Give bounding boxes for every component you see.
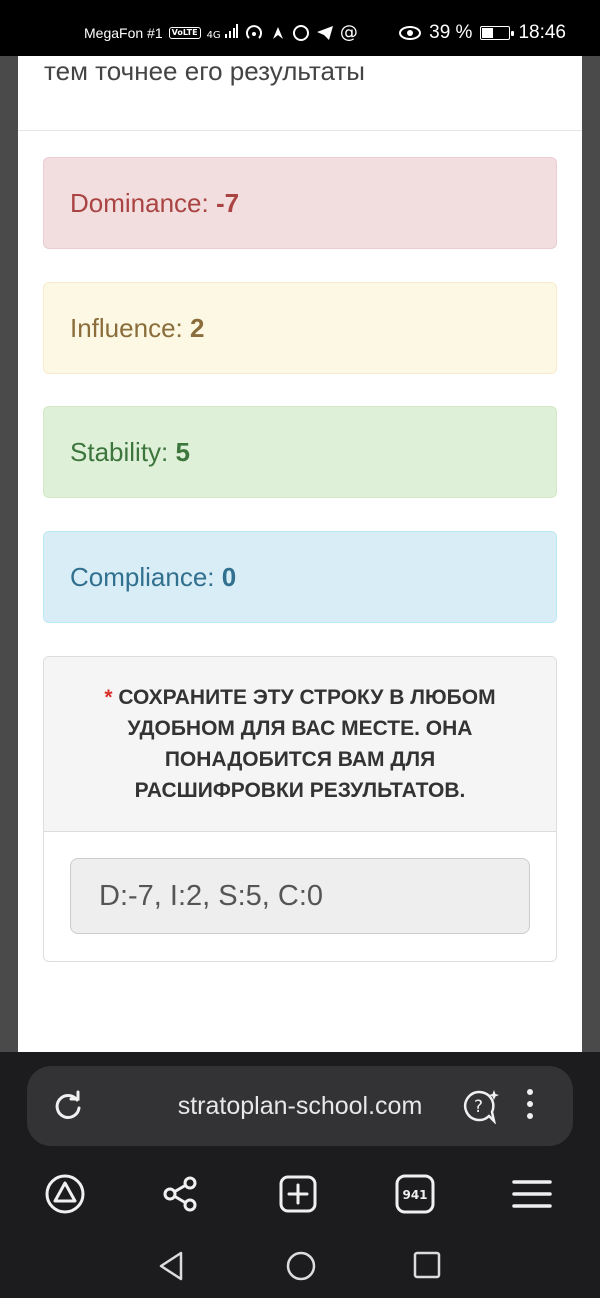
signal-bars-icon [224,24,238,38]
status-left: MegaFon #1 VoLTE 4G @ [84,22,358,43]
save-notice-text: СОХРАНИТЕ ЭТУ СТРОКУ В ЛЮБОМ УДОБНОМ ДЛЯ… [118,686,496,802]
share-icon[interactable] [158,1174,202,1214]
influence-result: Influence: 2 [43,282,557,374]
address-bar[interactable]: stratoplan-school.com ? [27,1066,573,1146]
carrier-name: MegaFon #1 [84,24,163,41]
status-right: 39 % 18:46 [399,22,566,44]
new-tab-icon[interactable] [276,1174,320,1214]
compliance-result: Compliance: 0 [43,531,557,623]
battery-fill [482,28,494,38]
panel-body: D:-7, I:2, S:5, C:0 [44,832,556,961]
result-value: -7 [215,187,240,218]
network-type: 4G [206,30,221,41]
browser-toolbar: stratoplan-school.com ? 941 [0,1052,600,1298]
panel-heading: * СОХРАНИТЕ ЭТУ СТРОКУ В ЛЮБОМ УДОБНОМ Д… [44,657,556,832]
eye-icon [399,26,422,40]
home-circle-icon[interactable] [285,1250,317,1286]
clock: 18:46 [518,22,566,43]
svg-text:?: ? [474,1097,483,1117]
result-label: Compliance: [70,561,215,592]
required-asterisk: * [104,686,113,709]
result-value: 5 [175,436,190,467]
result-label: Influence: [70,312,183,343]
result-label: Dominance: [70,187,209,218]
home-icon[interactable] [43,1174,87,1214]
hotspot-icon [245,24,262,39]
nav-arrow-icon [272,26,283,39]
intro-text: тем точнее его результаты [44,56,365,86]
whatsapp-icon [292,24,309,41]
tab-count: 941 [402,1188,427,1202]
content-card: тем точнее его результаты Dominance: -7 … [18,56,582,1052]
back-icon[interactable] [156,1250,186,1286]
status-bar: MegaFon #1 VoLTE 4G @ 39 % 18:46 [0,0,600,56]
result-label: Stability: [70,436,169,467]
recents-icon[interactable] [412,1250,442,1284]
divider [18,130,582,131]
stability-result: Stability: 5 [43,406,557,498]
result-code-field[interactable]: D:-7, I:2, S:5, C:0 [70,858,530,934]
web-page: тем точнее его результаты Dominance: -7 … [0,56,600,1052]
dominance-result: Dominance: -7 [43,157,557,249]
volte-badge: VoLTE [168,26,201,39]
save-code-panel: * СОХРАНИТЕ ЭТУ СТРОКУ В ЛЮБОМ УДОБНОМ Д… [43,656,557,962]
result-value: 0 [221,561,237,592]
battery-icon [480,26,515,40]
save-notice: * СОХРАНИТЕ ЭТУ СТРОКУ В ЛЮБОМ УДОБНОМ Д… [84,682,516,806]
telegram-icon [316,25,333,40]
battery-percent: 39 % [429,22,473,43]
signal-icon: 4G [207,24,238,41]
menu-icon[interactable] [510,1174,554,1214]
browser-nav-row: 941 [0,1164,600,1220]
at-icon: @ [339,22,358,43]
assistant-icon[interactable]: ? [461,1088,501,1128]
tabs-icon[interactable]: 941 [393,1174,437,1214]
more-menu-icon[interactable] [525,1086,535,1126]
system-nav-bar [0,1242,600,1292]
result-value: 2 [189,312,205,343]
